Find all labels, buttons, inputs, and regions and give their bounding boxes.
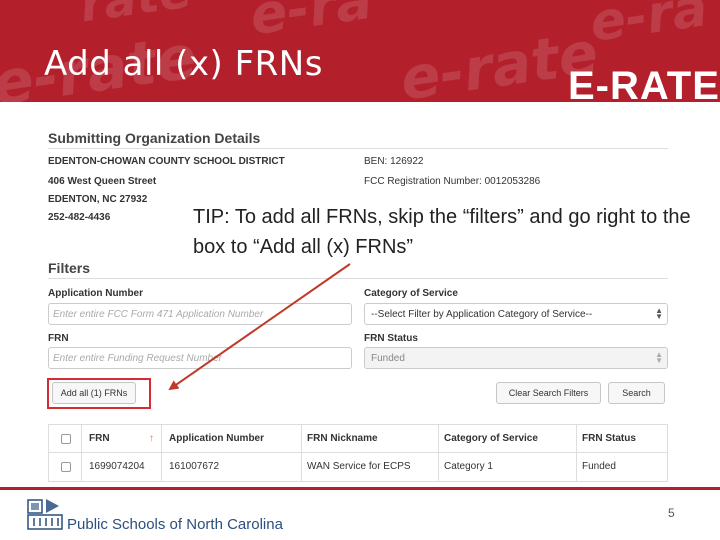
- tip-arrow-icon: [168, 263, 351, 391]
- footer-divider: [0, 487, 720, 490]
- dpi-logo-icon: [27, 499, 63, 530]
- page-number: 5: [668, 506, 675, 520]
- arrow-line: [168, 263, 351, 391]
- footer-org-name: Public Schools of North Carolina: [67, 516, 283, 533]
